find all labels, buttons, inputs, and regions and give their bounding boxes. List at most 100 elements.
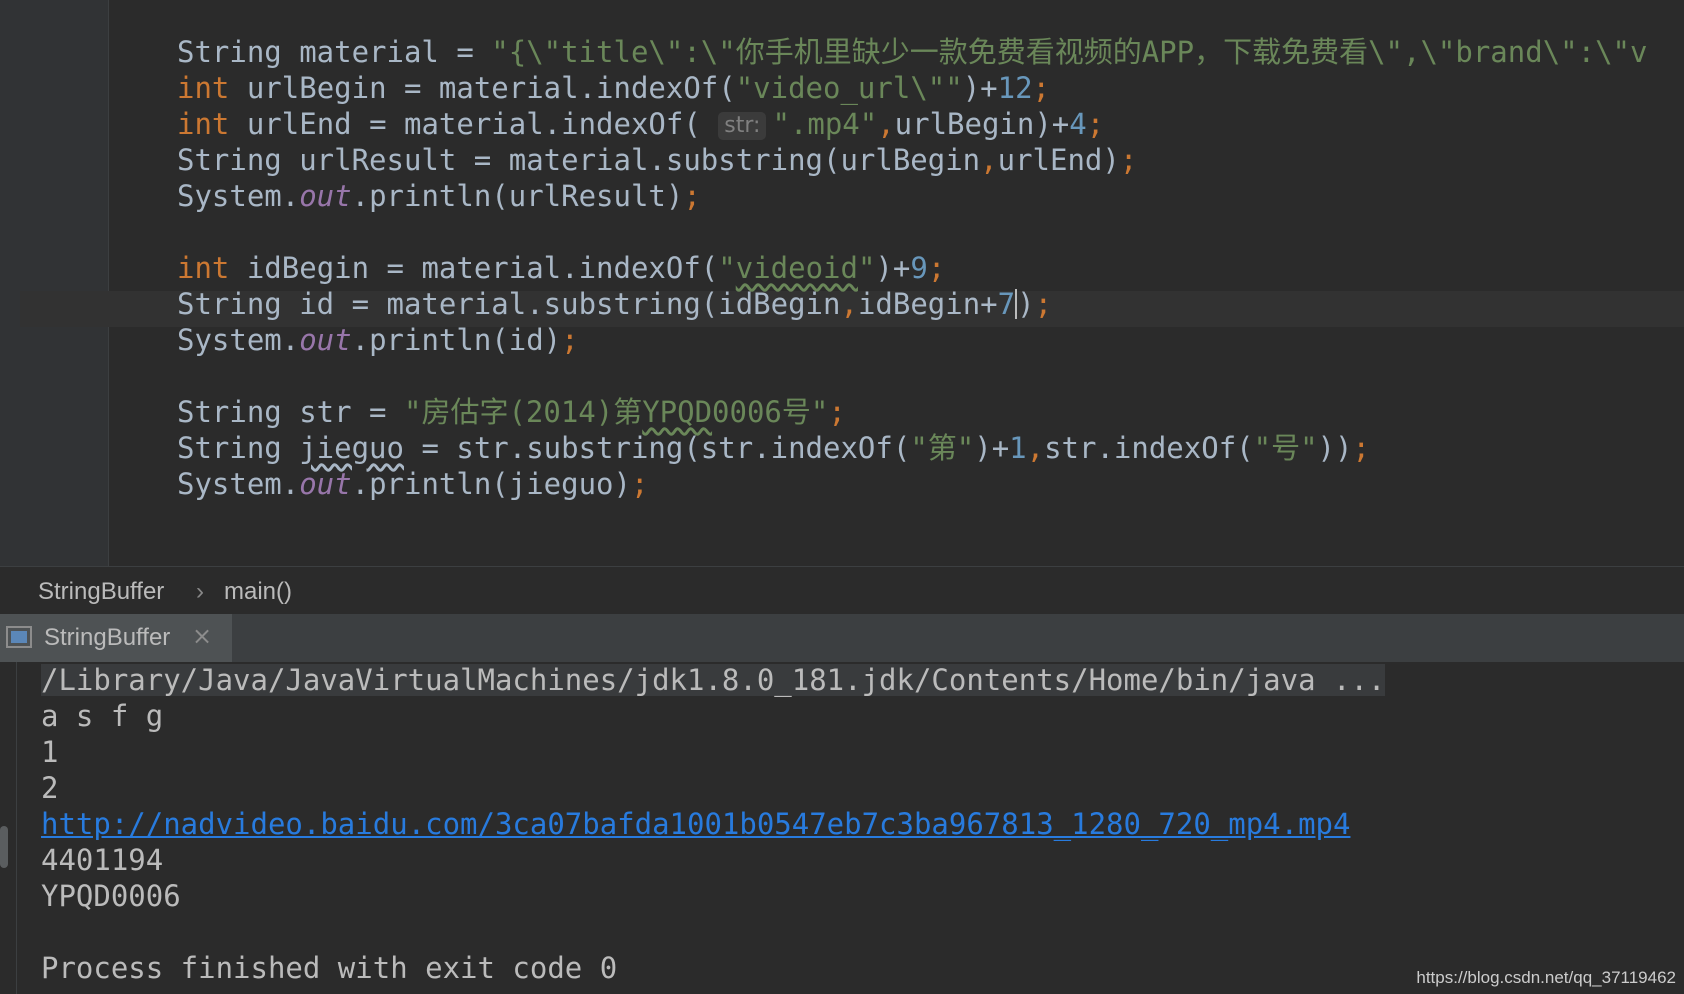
code-line[interactable]: int idBegin = material.indexOf("videoid"… bbox=[177, 250, 1647, 286]
code-token: String urlResult = material.substring(ur… bbox=[177, 143, 981, 177]
console-line: 2 bbox=[41, 770, 1385, 806]
code-token: 1 bbox=[1009, 431, 1027, 465]
console-scrollbar[interactable] bbox=[0, 826, 8, 868]
code-line[interactable]: String id = material.substring(idBegin,i… bbox=[177, 286, 1647, 322]
code-token: String str = bbox=[177, 395, 404, 429]
console-output-text: 4401194 bbox=[41, 843, 164, 877]
close-icon[interactable]: × bbox=[192, 622, 212, 650]
code-token: 7 bbox=[997, 287, 1016, 321]
console-line: a s f g bbox=[41, 698, 1385, 734]
code-token: String material = bbox=[177, 35, 492, 69]
code-token: idBegin+ bbox=[857, 287, 998, 321]
console-output-text: 1 bbox=[41, 735, 59, 769]
code-token: ; bbox=[1086, 107, 1105, 141]
tab-run-stringbuffer[interactable]: StringBuffer × bbox=[0, 614, 232, 662]
code-token: urlEnd) bbox=[997, 143, 1120, 177]
code-token: ; bbox=[828, 395, 846, 429]
code-token: "号" bbox=[1253, 431, 1318, 465]
code-line[interactable]: System.out.println(jieguo); bbox=[177, 466, 1647, 502]
code-token: )) bbox=[1317, 431, 1353, 465]
code-token: , bbox=[877, 107, 895, 141]
code-token: urlBegin)+ bbox=[894, 107, 1070, 141]
console-output-text: a s f g bbox=[41, 699, 164, 733]
code-token: ".mp4" bbox=[772, 107, 878, 141]
code-token: 12 bbox=[997, 71, 1033, 105]
code-line[interactable]: int urlBegin = material.indexOf("video_u… bbox=[177, 70, 1647, 106]
line-gutter bbox=[0, 0, 109, 566]
code-token: , bbox=[840, 287, 858, 321]
code-token: String bbox=[177, 431, 300, 465]
code-token: String id = material.substring(idBegin bbox=[177, 287, 841, 321]
breadcrumb-class[interactable]: StringBuffer bbox=[38, 578, 164, 606]
code-token: ) bbox=[1017, 287, 1035, 321]
code-token: ; bbox=[1352, 431, 1370, 465]
console-line: /Library/Java/JavaVirtualMachines/jdk1.8… bbox=[41, 662, 1386, 698]
code-token: System. bbox=[177, 467, 300, 501]
code-token: ; bbox=[561, 323, 579, 357]
code-line[interactable]: String material = "{\"title\":\"你手机里缺少一款… bbox=[177, 34, 1647, 70]
code-token: ; bbox=[630, 467, 649, 501]
code-line[interactable]: int urlEnd = material.indexOf( str: ".mp4… bbox=[177, 106, 1647, 142]
code-token: int bbox=[177, 71, 230, 105]
console-output[interactable]: /Library/Java/JavaVirtualMachines/jdk1.8… bbox=[16, 662, 1684, 994]
code-token: videoid bbox=[735, 251, 858, 285]
console-line: 1 bbox=[41, 734, 1385, 770]
code-token: " bbox=[857, 251, 876, 285]
code-editor[interactable]: String material = "{\"title\":\"你手机里缺少一款… bbox=[0, 0, 1684, 566]
code-token: int bbox=[177, 107, 230, 141]
run-tab-bar: StringBuffer × bbox=[0, 614, 1684, 663]
code-token: , bbox=[980, 143, 998, 177]
code-line[interactable]: String urlResult = material.substring(ur… bbox=[177, 142, 1647, 178]
code-token: .println(id) bbox=[351, 323, 562, 357]
code-token: ; bbox=[1119, 143, 1138, 177]
code-line[interactable]: String str = "房估字(2014)第YPQD0006号"; bbox=[177, 394, 1647, 430]
console-line: http://nadvideo.baidu.com/3ca07bafda1001… bbox=[41, 806, 1385, 842]
code-token: )+ bbox=[962, 71, 998, 105]
console-line: YPQD0006 bbox=[41, 878, 1385, 914]
console-link[interactable]: http://nadvideo.baidu.com/3ca07bafda1001… bbox=[41, 807, 1350, 841]
console-output-text: Process finished with exit code 0 bbox=[41, 951, 618, 985]
console-output-text: 2 bbox=[41, 771, 59, 805]
console-command: /Library/Java/JavaVirtualMachines/jdk1.8… bbox=[41, 663, 1386, 697]
watermark: https://blog.csdn.net/qq_37119462 bbox=[1416, 968, 1676, 987]
code-token: System. bbox=[177, 323, 300, 357]
code-token: "{\"title\":\"你手机里缺少一款免费看视频的APP，下载免费看\",… bbox=[491, 35, 1648, 69]
code-token: 4 bbox=[1069, 107, 1087, 141]
code-token: ; bbox=[1034, 287, 1053, 321]
code-line[interactable]: System.out.println(urlResult); bbox=[177, 178, 1647, 214]
console-output-text: YPQD0006 bbox=[41, 879, 181, 913]
code-token: out bbox=[299, 179, 352, 213]
code-token: idBegin = material.indexOf( bbox=[229, 251, 719, 285]
code-token: jieguo bbox=[299, 431, 404, 465]
run-tab-label: StringBuffer bbox=[44, 624, 171, 651]
breadcrumb-method[interactable]: main() bbox=[224, 578, 292, 606]
breadcrumb: StringBuffer › main() bbox=[0, 566, 1684, 615]
code-token: out bbox=[299, 323, 352, 357]
code-token: ; bbox=[1032, 71, 1051, 105]
code-token: "房估字(2014)第 bbox=[403, 395, 643, 429]
code-token: ; bbox=[927, 251, 946, 285]
console-line: 4401194 bbox=[41, 842, 1385, 878]
console-line: Process finished with exit code 0 bbox=[41, 950, 1385, 986]
code-token: YPQD bbox=[642, 395, 713, 429]
breadcrumb-separator-icon: › bbox=[196, 578, 204, 605]
code-token: out bbox=[299, 467, 352, 501]
code-token: ; bbox=[683, 179, 701, 213]
code-token: )+ bbox=[875, 251, 911, 285]
code-token: , bbox=[1026, 431, 1045, 465]
code-token: str.indexOf( bbox=[1044, 431, 1254, 465]
code-line[interactable]: System.out.println(id); bbox=[177, 322, 1647, 358]
code-token: 0006号" bbox=[712, 395, 829, 429]
code-line[interactable]: String jieguo = str.substring(str.indexO… bbox=[177, 430, 1647, 466]
code-token: 9 bbox=[910, 251, 928, 285]
code-area[interactable]: String material = "{\"title\":\"你手机里缺少一款… bbox=[177, 34, 1647, 502]
code-line[interactable] bbox=[177, 358, 1647, 394]
code-token: .println(jieguo) bbox=[351, 467, 631, 501]
code-token: )+ bbox=[974, 431, 1010, 465]
code-token: "video_url\"" bbox=[735, 71, 963, 105]
code-token: = str.substring(str.indexOf( bbox=[403, 431, 911, 465]
console-icon bbox=[6, 626, 32, 648]
code-line[interactable] bbox=[177, 214, 1647, 250]
console-lines: /Library/Java/JavaVirtualMachines/jdk1.8… bbox=[41, 662, 1386, 986]
